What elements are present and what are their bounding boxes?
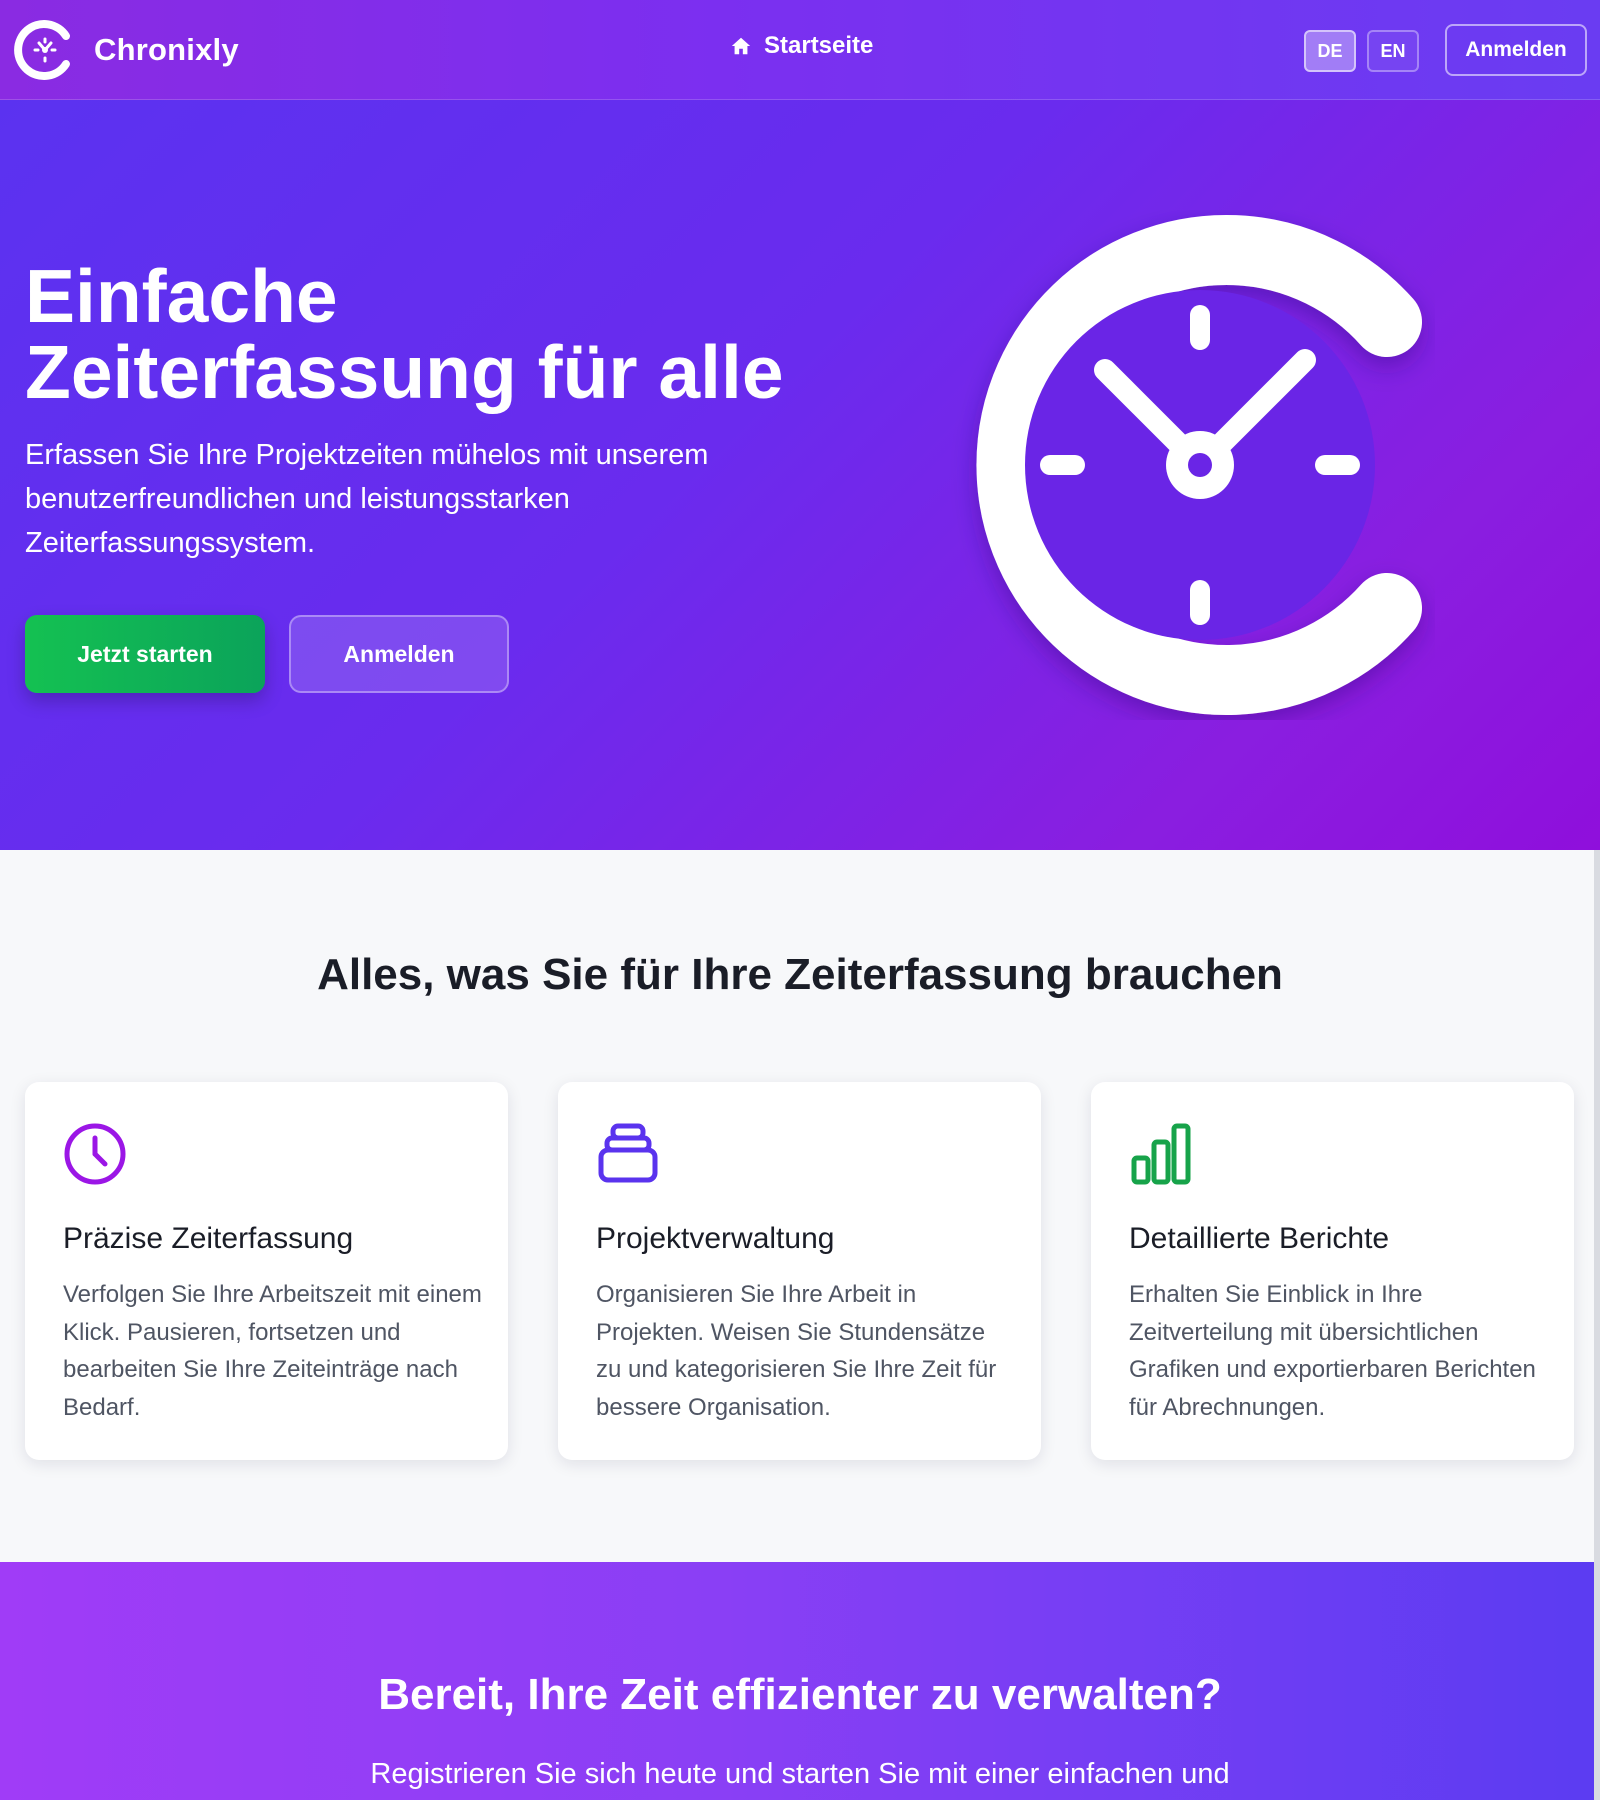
hero-subtitle: Erfassen Sie Ihre Projektzeiten mühelos … xyxy=(25,439,709,559)
hero-login-button[interactable]: Anmelden xyxy=(289,615,509,693)
features-title: Alles, was Sie für Ihre Zeiterfassung br… xyxy=(317,950,1283,999)
feature-text: Verfolgen Sie Ihre Arbeitszeit mit einem… xyxy=(63,1281,482,1421)
hero-clock-logo-icon xyxy=(976,215,1422,715)
nav-home-link[interactable]: Startseite xyxy=(730,32,873,60)
feature-text: Organisieren Sie Ihre Arbeit in Projekte… xyxy=(596,1281,997,1421)
top-navbar: Chronixly Startseite DE EN Anmelden xyxy=(0,0,1600,100)
feature-title: Projektverwaltung xyxy=(596,1222,835,1255)
nav-home-label: Startseite xyxy=(764,32,874,59)
feature-title: Präzise Zeiterfassung xyxy=(63,1222,354,1255)
brand-name: Chronixly xyxy=(94,32,239,67)
get-started-button[interactable]: Jetzt starten xyxy=(25,615,265,693)
page-scrollbar[interactable] xyxy=(1594,850,1600,1800)
feature-text: Erhalten Sie Einblick in Ihre Zeitvertei… xyxy=(1129,1281,1536,1421)
chronixly-logo-icon xyxy=(14,20,70,80)
cta-title: Bereit, Ihre Zeit effizienter zu verwalt… xyxy=(378,1670,1222,1719)
bar-chart-icon xyxy=(1131,1123,1191,1185)
language-en-button[interactable]: EN xyxy=(1367,30,1419,72)
features-section: Alles, was Sie für Ihre Zeiterfassung br… xyxy=(0,850,1600,1562)
cta-section: Bereit, Ihre Zeit effizienter zu verwalt… xyxy=(0,1562,1600,1800)
layers-icon xyxy=(598,1123,658,1183)
feature-card-reports: Detaillierte Berichte Erhalten Sie Einbl… xyxy=(1091,1082,1574,1460)
cta-subtitle: Registrieren Sie sich heute und starten … xyxy=(370,1758,1230,1790)
feature-card-project-management: Projektverwaltung Organisieren Sie Ihre … xyxy=(558,1082,1041,1460)
nav-login-button[interactable]: Anmelden xyxy=(1445,24,1587,76)
hero-title: Einfache Zeiterfassung für alle xyxy=(25,254,784,414)
language-de-button[interactable]: DE xyxy=(1304,30,1356,72)
feature-card-time-tracking: Präzise Zeiterfassung Verfolgen Sie Ihre… xyxy=(25,1082,508,1460)
hero-section: Einfache Zeiterfassung für alle Erfassen… xyxy=(0,100,1600,850)
home-icon xyxy=(731,37,751,55)
brand[interactable]: Chronixly xyxy=(14,18,239,82)
feature-title: Detaillierte Berichte xyxy=(1129,1222,1390,1255)
clock-icon xyxy=(64,1123,126,1185)
